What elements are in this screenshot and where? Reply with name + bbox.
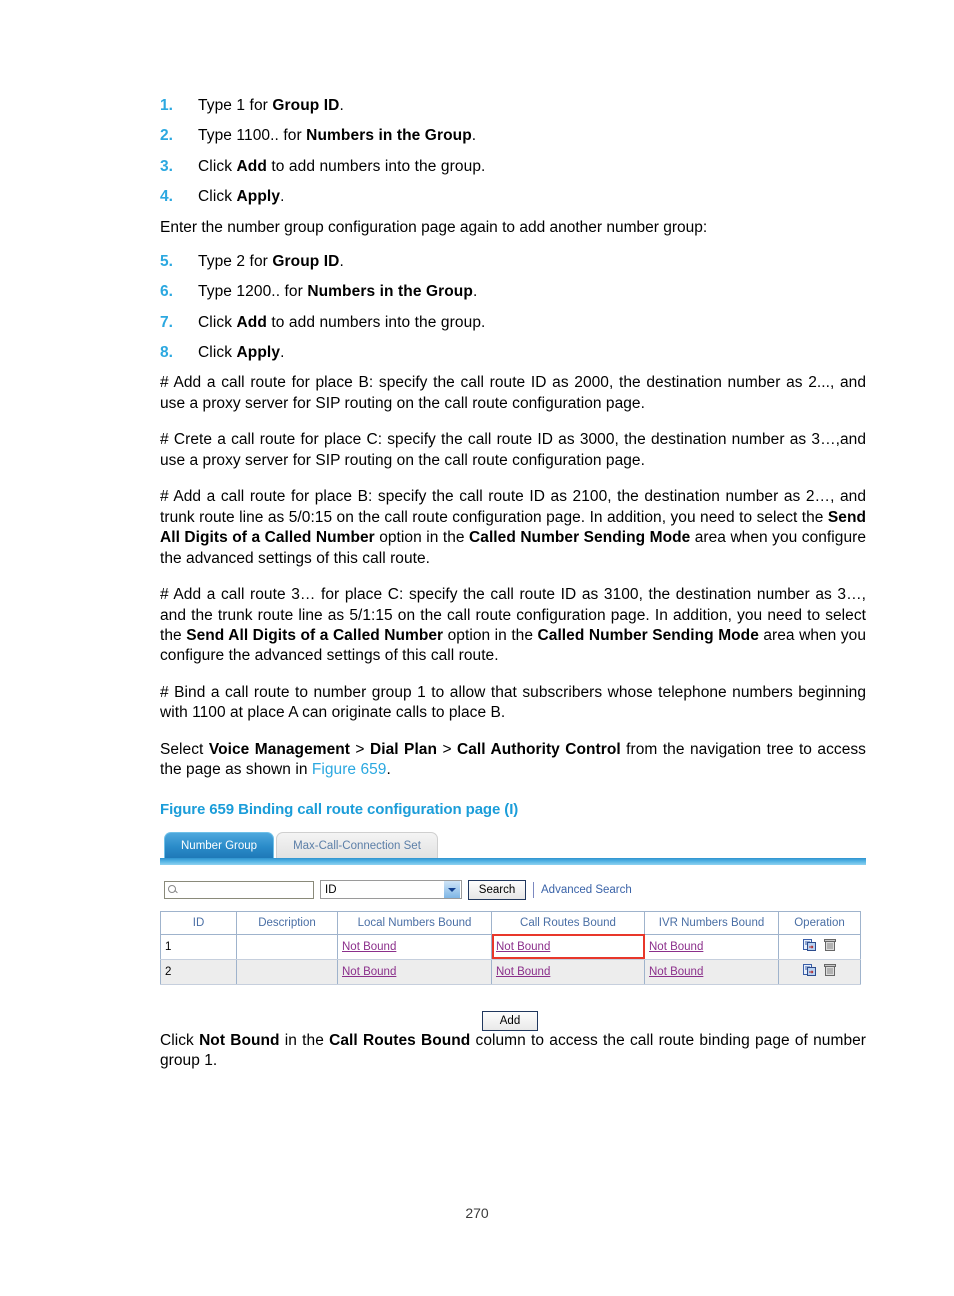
step-item: 6. Type 1200.. for Numbers in the Group. — [160, 282, 866, 301]
table-header-row: ID Description Local Numbers Bound Call … — [160, 910, 861, 935]
step-text: Click Add to add numbers into the group. — [198, 157, 486, 175]
delete-icon[interactable] — [824, 963, 837, 980]
step-text: Click Apply. — [198, 188, 285, 206]
tab-max-call-connection-set[interactable]: Max-Call-Connection Set — [276, 831, 438, 858]
cell-id: 2 — [160, 958, 237, 985]
step-text: Click Apply. — [198, 344, 285, 362]
body-paragraph: # Add a call route 3… for place C: speci… — [160, 586, 866, 665]
cell-operation — [778, 933, 861, 960]
table-row: 1 Not Bound Not Bound Not Bound — [160, 933, 861, 960]
search-field-select[interactable]: ID — [320, 880, 462, 900]
body-paragraph: # Crete a call route for place C: specif… — [160, 431, 866, 469]
advanced-search-link[interactable]: Advanced Search — [541, 884, 632, 896]
cell-id: 1 — [160, 933, 237, 960]
step-number: 8. — [160, 344, 173, 362]
step-text: Type 1 for Group ID. — [198, 97, 344, 114]
column-header-local-numbers-bound: Local Numbers Bound — [337, 910, 492, 935]
figure-screenshot: Number Group Max-Call-Connection Set ID … — [160, 827, 866, 1031]
edit-icon[interactable] — [802, 963, 817, 980]
local-numbers-bound-link[interactable]: Not Bound — [342, 941, 396, 953]
step-item: 3. Click Add to add numbers into the grou… — [160, 157, 866, 176]
step-number: 1. — [160, 97, 173, 114]
ivr-numbers-bound-link[interactable]: Not Bound — [649, 941, 703, 953]
tab-bar: Number Group Max-Call-Connection Set — [160, 828, 866, 858]
tab-bar-underline — [160, 857, 866, 865]
search-row: ID Search Advanced Search — [160, 879, 866, 901]
step-text: Type 2 for Group ID. — [198, 252, 344, 270]
steps-group-first: 1. Type 1 for Group ID. 2. Type 1100.. for … — [160, 96, 866, 207]
call-routes-bound-link[interactable]: Not Bound — [496, 941, 550, 953]
step-number: 4. — [160, 188, 173, 206]
body-paragraph: # Add a call route for place B: specify … — [160, 488, 866, 567]
step-item: 7. Click Add to add numbers into the grou… — [160, 313, 866, 332]
cell-local-numbers-bound: Not Bound — [337, 958, 492, 985]
search-input[interactable] — [164, 880, 314, 899]
column-header-id: ID — [160, 910, 237, 935]
column-header-description: Description — [236, 910, 338, 935]
delete-icon[interactable] — [824, 938, 837, 955]
chevron-down-icon[interactable] — [444, 881, 460, 899]
cell-call-routes-bound: Not Bound — [491, 958, 645, 985]
document-page: 1. Type 1 for Group ID. 2. Type 1100.. for … — [0, 0, 954, 1296]
search-field-select-value: ID — [325, 883, 337, 896]
interlude-paragraph: Enter the number group configuration pag… — [160, 218, 708, 236]
cell-operation — [778, 958, 861, 985]
local-numbers-bound-link[interactable]: Not Bound — [342, 966, 396, 978]
ivr-numbers-bound-link[interactable]: Not Bound — [649, 966, 703, 978]
column-header-ivr-numbers-bound: IVR Numbers Bound — [644, 910, 779, 935]
table-row: 2 Not Bound Not Bound Not Bound — [160, 958, 861, 985]
step-text: Type 1200.. for Numbers in the Group. — [198, 283, 478, 301]
step-item: 5. Type 2 for Group ID. — [160, 252, 866, 271]
number-group-table: ID Description Local Numbers Bound Call … — [160, 910, 861, 985]
magnifier-icon — [167, 884, 178, 895]
step-number: 5. — [160, 252, 173, 270]
cell-ivr-numbers-bound: Not Bound — [644, 958, 779, 985]
figure-caption: Figure 659 Binding call route configurat… — [160, 800, 519, 818]
cell-call-routes-bound: Not Bound — [491, 933, 645, 960]
closing-paragraph: Click Not Bound in the Call Routes Bound… — [160, 1031, 866, 1070]
step-text: Type 1100.. for Numbers in the Group. — [198, 127, 477, 145]
cell-description — [236, 958, 338, 985]
search-divider — [533, 881, 534, 898]
step-number: 2. — [160, 127, 173, 145]
body-paragraphs: # Add a call route for place B: specify … — [160, 373, 866, 780]
step-item: 1. Type 1 for Group ID. — [160, 96, 866, 115]
column-header-call-routes-bound: Call Routes Bound — [491, 910, 645, 935]
edit-icon[interactable] — [802, 938, 817, 955]
step-number: 3. — [160, 157, 173, 175]
steps-group-second: 5. Type 2 for Group ID. 6. Type 1200.. for … — [160, 252, 866, 363]
page-number: 270 — [465, 1205, 489, 1221]
step-text: Click Add to add numbers into the group. — [198, 313, 486, 331]
cell-local-numbers-bound: Not Bound — [337, 933, 492, 960]
body-paragraph: # Add a call route for place B: specify … — [160, 374, 866, 412]
column-header-operation: Operation — [778, 910, 861, 935]
search-button[interactable]: Search — [468, 879, 526, 900]
step-item: 4. Click Apply. — [160, 187, 866, 206]
tab-number-group[interactable]: Number Group — [164, 831, 275, 858]
cell-ivr-numbers-bound: Not Bound — [644, 933, 779, 960]
step-item: 2. Type 1100.. for Numbers in the Group. — [160, 126, 866, 145]
add-button-row: Add — [160, 1010, 860, 1031]
cell-description — [236, 933, 338, 960]
call-routes-bound-link[interactable]: Not Bound — [496, 966, 550, 978]
step-number: 7. — [160, 313, 173, 331]
page-content: 1. Type 1 for Group ID. 2. Type 1100.. for … — [160, 96, 866, 1088]
body-paragraph: Select Voice Management > Dial Plan > Ca… — [160, 740, 866, 779]
add-button[interactable]: Add — [482, 1010, 538, 1031]
cell-id-value: 2 — [165, 965, 172, 978]
step-item: 8. Click Apply. — [160, 343, 866, 362]
step-number: 6. — [160, 283, 173, 301]
body-paragraph: # Bind a call route to number group 1 to… — [160, 683, 866, 722]
cell-id-value: 1 — [165, 940, 172, 953]
